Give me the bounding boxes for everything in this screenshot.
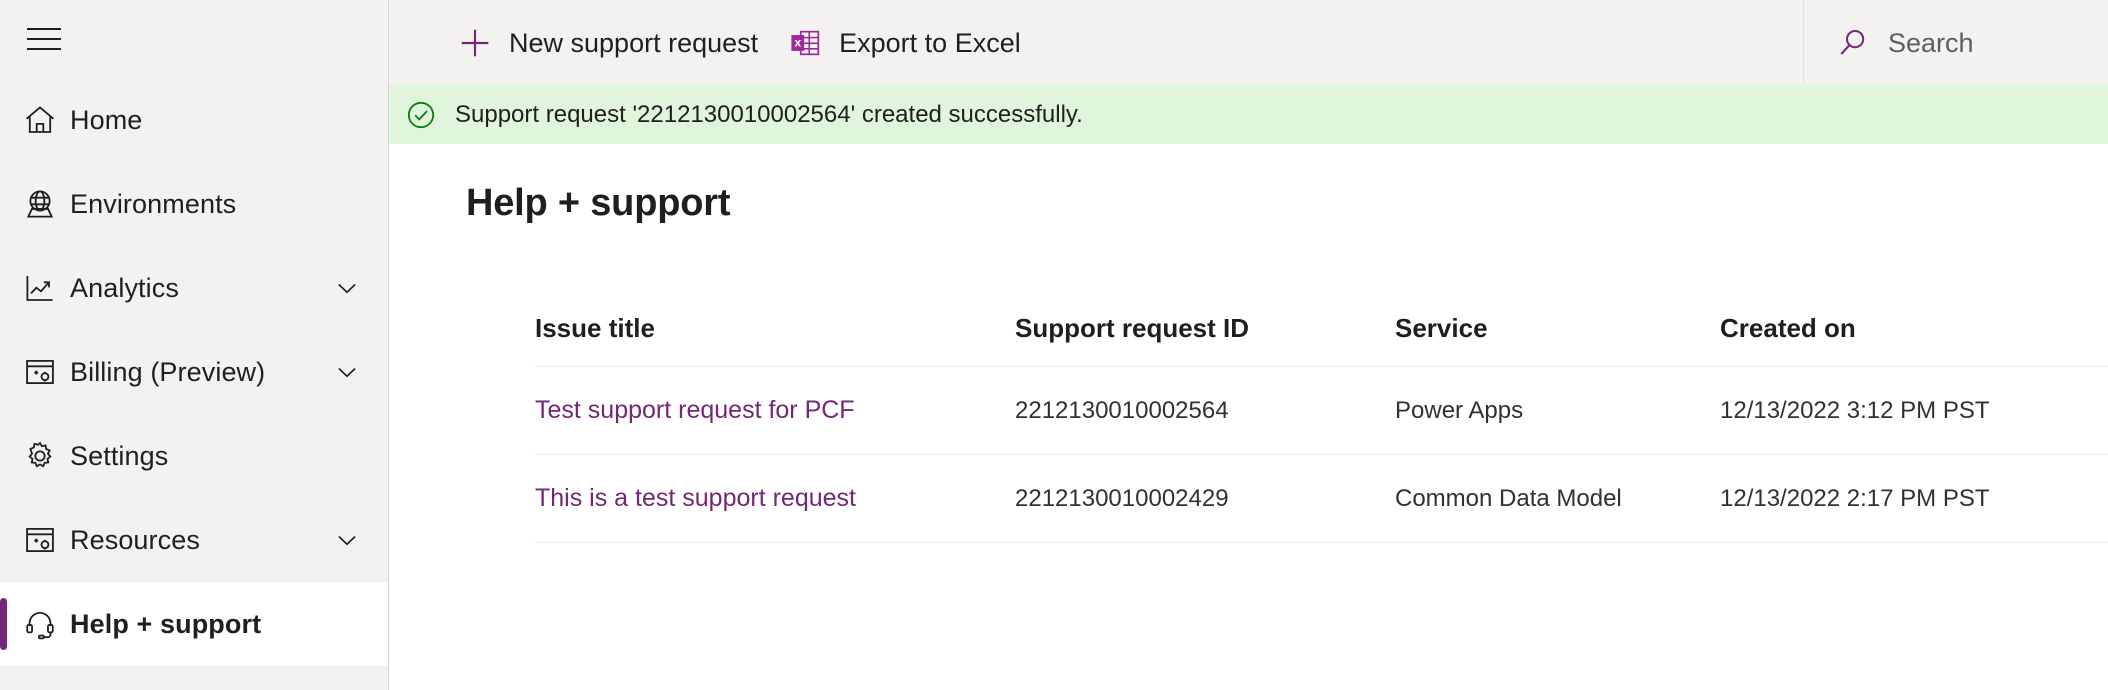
new-support-request-button[interactable]: New support request: [444, 13, 774, 73]
hamburger-bar-2: [27, 38, 61, 40]
excel-icon: x: [784, 22, 826, 64]
chart-line-icon: [22, 266, 70, 310]
gear-icon: [22, 434, 70, 478]
column-header-created-on[interactable]: Created on: [1720, 312, 2108, 367]
issue-title-link[interactable]: This is a test support request: [535, 484, 856, 512]
sidebar-item-billing[interactable]: Billing (Preview): [0, 330, 388, 414]
cell-created-on: 12/13/2022 3:12 PM PST: [1720, 366, 2108, 455]
table-body: Test support request for PCF 22121300100…: [535, 366, 2108, 543]
table-row[interactable]: This is a test support request 221213001…: [535, 454, 2108, 543]
sidebar-item-analytics[interactable]: Analytics: [0, 246, 388, 330]
sidebar: Home Environments Analytics Billing (Pre…: [0, 0, 389, 690]
success-message-text: Support request '2212130010002564' creat…: [455, 100, 1083, 128]
cell-issue-title: Test support request for PCF: [535, 366, 1015, 455]
export-to-excel-button[interactable]: x Export to Excel: [774, 13, 1037, 73]
headset-icon: [22, 602, 70, 646]
chevron-down-icon[interactable]: [330, 523, 364, 557]
chevron-down-icon[interactable]: [330, 271, 364, 305]
sidebar-item-label: Resources: [70, 525, 200, 555]
table-header-row: Issue title Support request ID Service C…: [535, 312, 2108, 367]
svg-text:x: x: [795, 35, 802, 49]
support-requests-table-container: Issue title Support request ID Service C…: [466, 312, 2108, 543]
cell-service: Common Data Model: [1395, 454, 1720, 543]
resources-icon: [22, 518, 70, 562]
main-area: New support request x Export to Excel Se…: [389, 0, 2108, 690]
app-root: Home Environments Analytics Billing (Pre…: [0, 0, 2108, 690]
cell-service: Power Apps: [1395, 366, 1720, 455]
table-row[interactable]: Test support request for PCF 22121300100…: [535, 366, 2108, 455]
sidebar-item-home[interactable]: Home: [0, 78, 388, 162]
export-to-excel-label: Export to Excel: [839, 27, 1021, 58]
home-icon: [22, 98, 70, 142]
billing-icon: [22, 350, 70, 394]
support-requests-table: Issue title Support request ID Service C…: [535, 312, 2108, 543]
hamburger-bar-1: [27, 28, 61, 30]
sidebar-nav-list: Home Environments Analytics Billing (Pre…: [0, 78, 388, 666]
sidebar-item-help-support[interactable]: Help + support: [0, 582, 388, 666]
cell-support-request-id: 2212130010002429: [1015, 454, 1395, 543]
cell-created-on: 12/13/2022 2:17 PM PST: [1720, 454, 2108, 543]
search-input[interactable]: [1888, 26, 2068, 59]
sidebar-item-label: Home: [70, 105, 143, 135]
hamburger-bar-3: [27, 48, 61, 50]
sidebar-item-label: Environments: [70, 189, 237, 219]
sidebar-item-environments[interactable]: Environments: [0, 162, 388, 246]
column-header-issue-title[interactable]: Issue title: [535, 312, 1015, 367]
table-header: Issue title Support request ID Service C…: [535, 312, 2108, 367]
column-header-support-request-id[interactable]: Support request ID: [1015, 312, 1395, 367]
plus-icon: [454, 22, 496, 64]
hamburger-menu-icon[interactable]: [22, 17, 66, 61]
issue-title-link[interactable]: Test support request for PCF: [535, 396, 855, 424]
check-circle-icon: [403, 97, 439, 133]
page-content: Help + support Issue title Support reque…: [389, 144, 2108, 690]
sidebar-item-resources[interactable]: Resources: [0, 498, 388, 582]
chevron-down-icon[interactable]: [330, 355, 364, 389]
sidebar-item-label: Billing (Preview): [70, 357, 266, 387]
hamburger-menu-container: [0, 0, 388, 78]
sidebar-item-settings[interactable]: Settings: [0, 414, 388, 498]
search-icon: [1832, 22, 1874, 64]
sidebar-item-label: Analytics: [70, 273, 179, 303]
search-container[interactable]: [1803, 0, 2108, 85]
new-support-request-label: New support request: [509, 27, 759, 58]
cell-support-request-id: 2212130010002564: [1015, 366, 1395, 455]
cell-issue-title: This is a test support request: [535, 454, 1015, 543]
page-title: Help + support: [466, 182, 731, 224]
command-bar: New support request x Export to Excel: [389, 0, 2108, 85]
globe-icon: [22, 182, 70, 226]
sidebar-item-label: Settings: [70, 441, 169, 471]
sidebar-item-label: Help + support: [70, 609, 262, 639]
column-header-service[interactable]: Service: [1395, 312, 1720, 367]
success-message-bar: Support request '2212130010002564' creat…: [389, 85, 2108, 144]
